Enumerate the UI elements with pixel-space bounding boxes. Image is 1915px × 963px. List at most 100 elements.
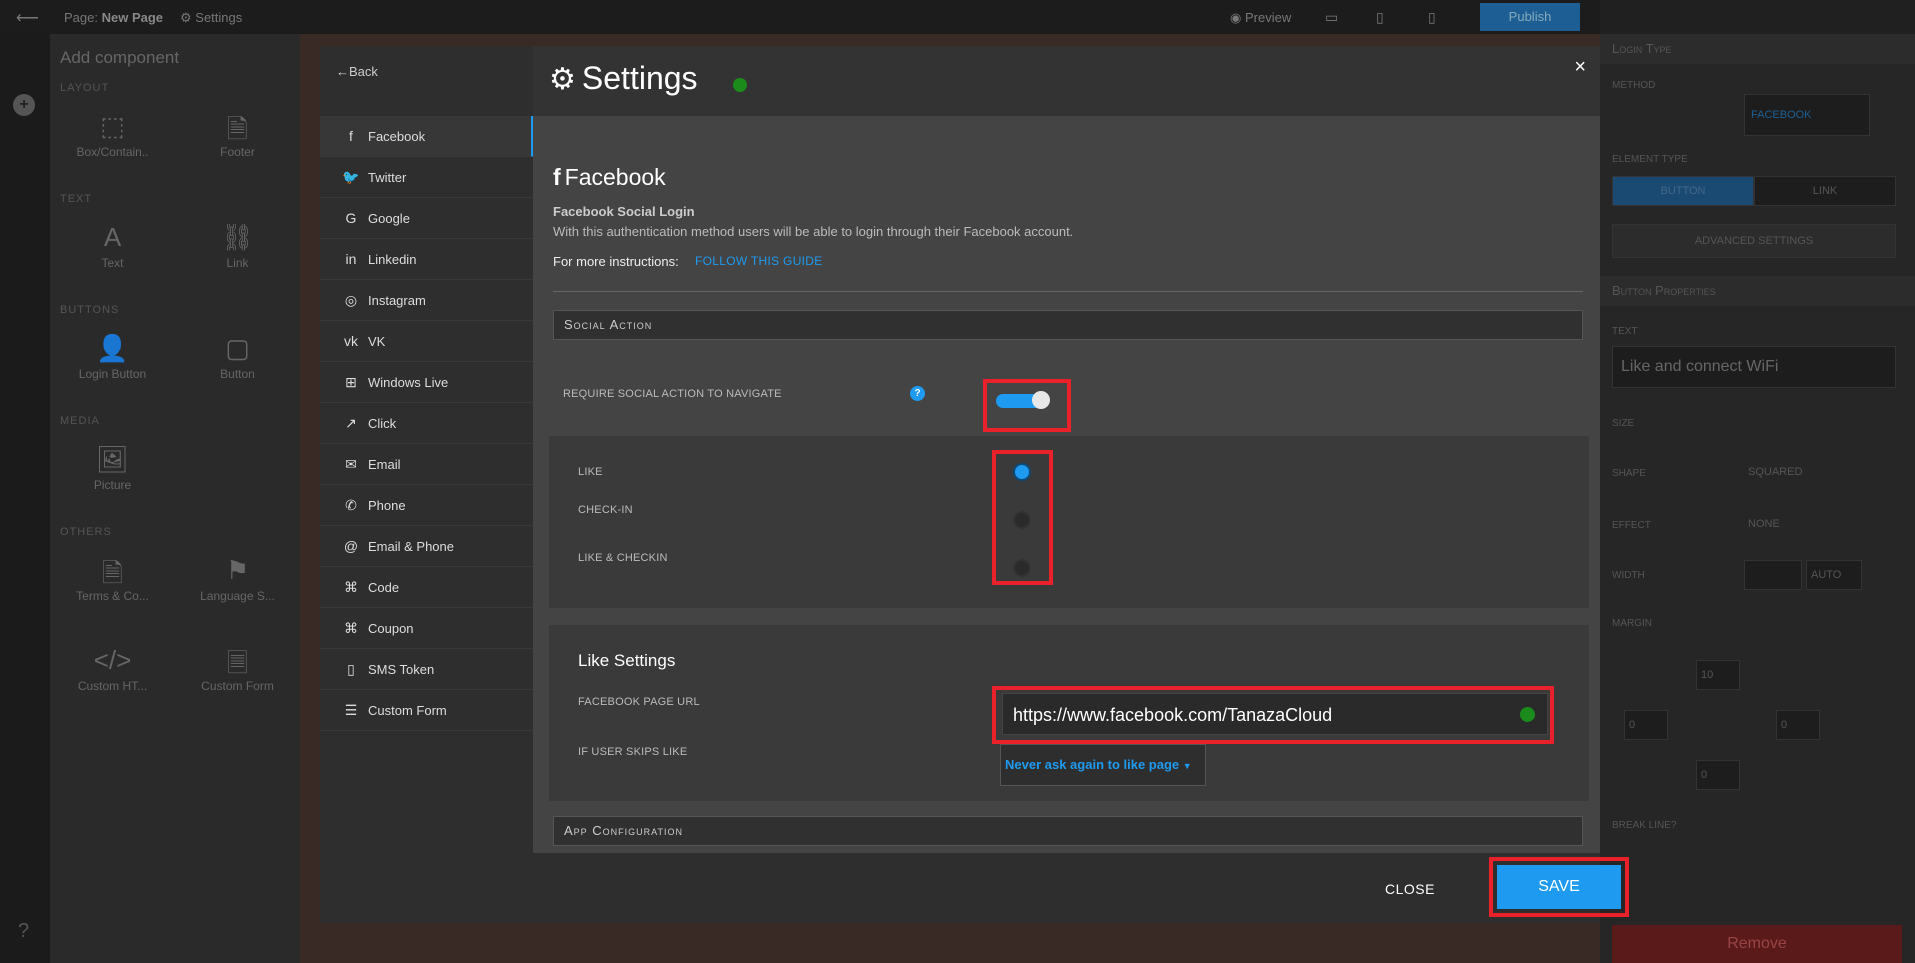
mobile-icon[interactable]: ▯: [1428, 9, 1436, 26]
link-icon: ⛓: [220, 222, 254, 252]
component-text[interactable]: A Text: [50, 208, 175, 298]
width-input[interactable]: [1744, 560, 1802, 590]
component-link[interactable]: ⛓ Link: [175, 208, 300, 298]
component-library-title: Add component: [60, 48, 180, 67]
add-icon[interactable]: +: [13, 94, 35, 116]
skip-like-select[interactable]: Never ask again to like page ▼: [1000, 744, 1206, 786]
element-type-button[interactable]: BUTTON: [1612, 176, 1754, 206]
remove-button[interactable]: Remove: [1612, 925, 1902, 963]
section-label: OTHERS: [60, 526, 112, 538]
at-icon: @: [343, 538, 359, 554]
more-instructions-label: For more instructions:: [553, 254, 679, 269]
coupon-icon: ⌘: [344, 619, 358, 636]
radio-like[interactable]: [1013, 463, 1031, 481]
picture-icon: 🖼: [95, 444, 129, 474]
windows-icon: ⊞: [345, 373, 357, 390]
component-box[interactable]: ⬚ Box/Contain..: [50, 97, 175, 187]
login-method-twitter[interactable]: 🐦 Twitter: [320, 157, 533, 198]
shape-label: SHAPE: [1612, 468, 1646, 479]
divider: [553, 291, 1583, 292]
form-icon: 🗏: [227, 648, 248, 678]
margin-top-input[interactable]: 10: [1696, 660, 1740, 690]
click-icon: ↗: [345, 414, 357, 431]
option-like-label: LIKE: [578, 466, 603, 478]
login-method-label: Code: [368, 579, 400, 595]
margin-left-input[interactable]: 0: [1624, 710, 1668, 740]
modal-title: ⚙ Settings: [549, 60, 698, 96]
facebook-description: With this authentication method users wi…: [553, 224, 1074, 239]
arrow-left-icon[interactable]: ⟵: [16, 8, 39, 28]
save-button[interactable]: SAVE: [1497, 865, 1621, 909]
help-icon[interactable]: ?: [18, 920, 29, 943]
language-icon: ⚑: [225, 555, 250, 585]
margin-bottom-input[interactable]: 0: [1696, 760, 1740, 790]
login-method-phone[interactable]: ✆ Phone: [320, 485, 533, 526]
button-text-input[interactable]: Like and connect WiFi: [1612, 346, 1896, 388]
shape-select[interactable]: SQUARED: [1744, 458, 1894, 488]
login-method-email-phone[interactable]: @ Email & Phone: [320, 526, 533, 567]
settings-link[interactable]: ⚙ Settings: [180, 10, 242, 26]
close-icon[interactable]: ×: [1574, 56, 1586, 79]
advanced-settings-button[interactable]: ADVANCED SETTINGS: [1612, 224, 1896, 258]
caret-down-icon: ▼: [1182, 761, 1192, 771]
login-method-windows-live[interactable]: ⊞ Windows Live: [320, 362, 533, 403]
component-language[interactable]: ⚑ Language S...: [175, 541, 300, 631]
effect-select[interactable]: NONE: [1744, 510, 1894, 540]
login-method-label: VK: [368, 333, 386, 349]
login-method-google[interactable]: G Google: [320, 198, 533, 239]
app-configuration-header: App Configuration: [553, 816, 1583, 846]
login-method-sms-token[interactable]: ▯ SMS Token: [320, 649, 533, 690]
desktop-icon[interactable]: ▭: [1325, 9, 1338, 26]
component-terms[interactable]: 🗎 Terms & Co...: [50, 541, 175, 631]
component-button[interactable]: ▢ Button: [175, 319, 300, 409]
login-method-label: Email & Phone: [368, 538, 454, 554]
login-method-instagram[interactable]: ◎ Instagram: [320, 280, 533, 321]
login-method-linkedin[interactable]: in Linkedin: [320, 239, 533, 280]
preview-button[interactable]: ◉ Preview: [1230, 10, 1291, 26]
login-method-facebook[interactable]: f Facebook: [320, 116, 533, 157]
arrow-left-icon: ←: [336, 64, 349, 79]
modal-footer: CLOSE SAVE: [533, 853, 1629, 923]
login-method-label: Linkedin: [368, 251, 417, 267]
tablet-icon[interactable]: ▯: [1376, 9, 1384, 26]
login-method-click[interactable]: ↗ Click: [320, 403, 533, 444]
login-method-label: SMS Token: [368, 661, 435, 677]
login-method-code[interactable]: ⌘ Code: [320, 567, 533, 608]
radio-like-checkin[interactable]: [1013, 559, 1031, 577]
login-method-coupon[interactable]: ⌘ Coupon: [320, 608, 533, 649]
publish-button[interactable]: Publish: [1480, 3, 1580, 31]
component-custom-html[interactable]: </> Custom HT...: [50, 631, 175, 721]
element-type-link[interactable]: LINK: [1754, 176, 1896, 206]
close-button[interactable]: CLOSE: [1385, 881, 1435, 897]
section-label: MEDIA: [60, 415, 100, 427]
component-login-button[interactable]: 👤 Login Button: [50, 319, 175, 409]
component-footer[interactable]: 🗎 Footer: [175, 97, 300, 187]
gear-icon: ⚙: [549, 63, 576, 96]
width-unit-select[interactable]: AUTO: [1806, 560, 1862, 590]
login-method-custom-form[interactable]: ☰ Custom Form: [320, 690, 533, 731]
social-action-options-panel: [549, 436, 1589, 608]
component-custom-form[interactable]: 🗏 Custom Form: [175, 631, 300, 721]
require-social-action-toggle[interactable]: [996, 391, 1050, 409]
component-picture[interactable]: 🖼 Picture: [50, 430, 175, 520]
modal-header: ⚙ Settings ×: [533, 46, 1600, 116]
method-select[interactable]: FACEBOOK: [1744, 94, 1870, 136]
facebook-page-url-input[interactable]: https://www.facebook.com/TanazaCloud: [1002, 693, 1548, 735]
login-method-vk[interactable]: vk VK: [320, 321, 533, 362]
radio-checkin[interactable]: [1013, 511, 1031, 529]
box-icon: ⬚: [100, 111, 125, 141]
margin-right-input[interactable]: 0: [1776, 710, 1820, 740]
login-method-email[interactable]: ✉ Email: [320, 444, 533, 485]
back-button[interactable]: ←Back: [336, 64, 378, 79]
button-icon: ▢: [225, 333, 250, 363]
settings-modal: ←Back f Facebook 🐦 Twitter G Google in Linkedin…: [320, 46, 1629, 923]
help-icon[interactable]: ?: [910, 386, 925, 401]
follow-guide-link[interactable]: FOLLOW THIS GUIDE: [695, 254, 823, 268]
login-method-label: Coupon: [368, 620, 414, 636]
login-method-label: Phone: [368, 497, 406, 513]
status-dot: [733, 78, 747, 92]
instagram-icon: ◎: [344, 291, 358, 308]
login-method-list: f Facebook 🐦 Twitter G Google in Linkedin ◎ Insta…: [320, 116, 533, 731]
editor-topbar: ⟵ Page: New Page ⚙ Settings ◉ Preview ▭ …: [0, 0, 1600, 34]
break-line-label: BREAK LINE?: [1612, 820, 1677, 831]
